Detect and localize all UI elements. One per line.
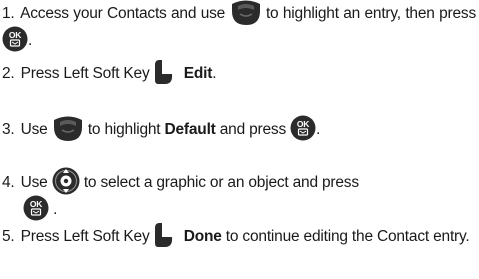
navigation-key-icon <box>230 0 262 26</box>
step-text: to select a graphic or an object and pre… <box>83 174 359 192</box>
step-key-name: Done <box>183 228 222 246</box>
svg-text:OK: OK <box>30 199 43 209</box>
ok-key-icon: OK <box>2 26 28 52</box>
left-soft-key-icon <box>154 59 174 85</box>
step-number: 1. <box>2 5 15 23</box>
step-text: Press Left Soft Key <box>20 65 150 83</box>
step-text: Access your Contacts and use <box>20 5 226 23</box>
step-text: . <box>53 201 58 219</box>
step-text: Use <box>20 174 48 192</box>
ok-key-icon: OK <box>290 115 316 141</box>
instruction-step-3: 3. Use to highlight Default and press OK… <box>2 114 476 144</box>
svg-text:OK: OK <box>9 30 22 40</box>
step-text: to highlight <box>87 121 161 139</box>
step-text: to continue editing the Contact entry. <box>225 228 470 246</box>
left-soft-key-icon <box>154 222 174 248</box>
step-text: Use <box>20 121 48 139</box>
step-text: and press <box>219 121 287 139</box>
svg-text:OK: OK <box>297 119 310 129</box>
step-text: . <box>212 65 217 83</box>
ok-key-icon: OK <box>23 195 49 221</box>
instruction-step-2: 2. Press Left Soft Key Edit. <box>2 59 476 87</box>
step-number: 3. <box>2 121 15 139</box>
instruction-step-1: 1. Access your Contacts and use to highl… <box>2 0 476 54</box>
step-option-name: Default <box>164 121 216 139</box>
step-key-name: Edit <box>183 65 213 83</box>
instruction-step-4: 4. Use to select a graphic or an object … <box>2 167 476 223</box>
step-number: 4. <box>2 174 15 192</box>
step-number: 2. <box>2 65 15 83</box>
step-text: Press Left Soft Key <box>20 228 150 246</box>
directional-key-icon <box>52 167 80 195</box>
step-text: . <box>316 121 321 139</box>
step-text: to highlight an entry, then press <box>265 5 476 23</box>
navigation-key-icon <box>52 114 84 142</box>
step-text: . <box>28 32 33 50</box>
step-number: 5. <box>2 228 15 246</box>
instruction-step-5: 5. Press Left Soft Key Done to continue … <box>2 222 476 250</box>
